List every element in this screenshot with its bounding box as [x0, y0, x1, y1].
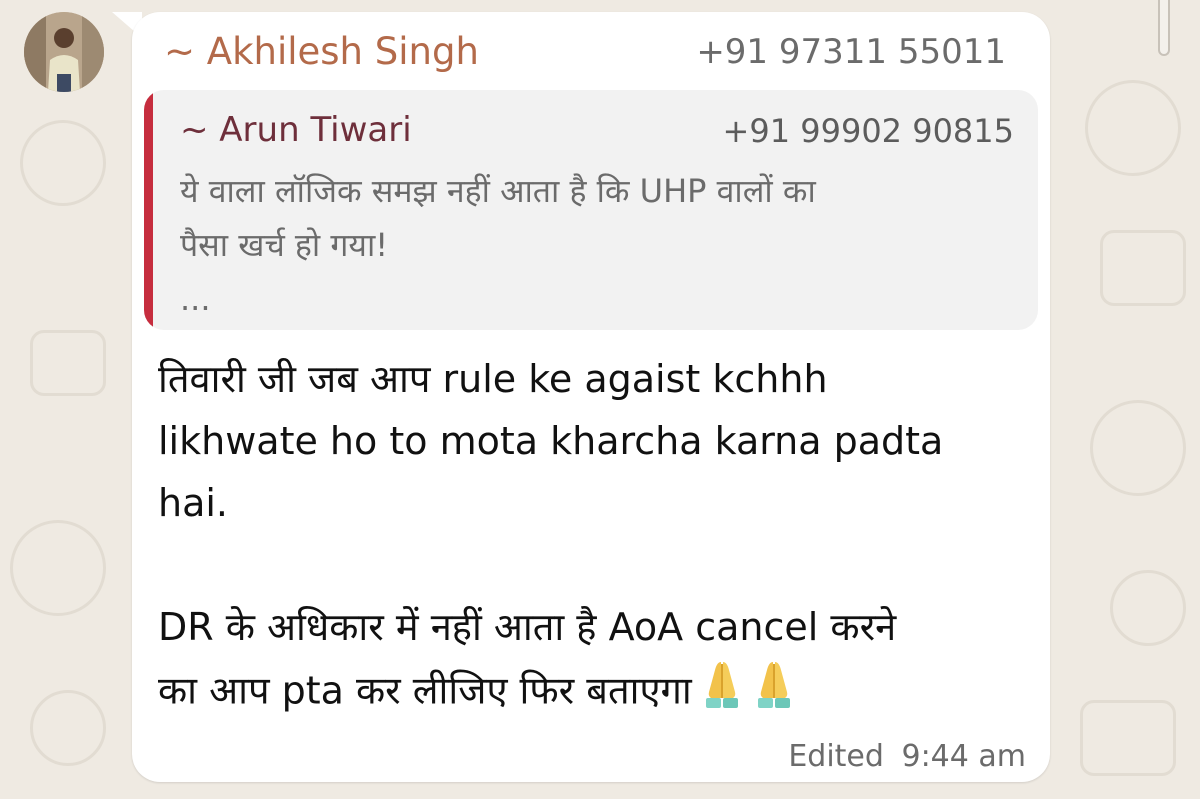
quoted-text: ये वाला लॉजिक समझ नहीं आता है कि UHP वाल…	[180, 164, 1000, 326]
quoted-sender-phone: +91 99902 90815	[722, 112, 1014, 150]
quoted-sender-name: ~ Arun Tiwari	[180, 110, 412, 150]
wallpaper-doodle	[1110, 570, 1186, 646]
avatar[interactable]	[24, 12, 104, 92]
quote-accent-bar	[144, 90, 153, 330]
message-text: तिवारी जी जब आप rule ke agaist kchhh lik…	[158, 348, 1038, 728]
message-bubble[interactable]: ~ Akhilesh Singh +91 97311 55011 ~ Arun …	[132, 12, 1050, 782]
wallpaper-doodle	[30, 690, 106, 766]
wallpaper-doodle	[1100, 230, 1186, 306]
quoted-text-line: पैसा खर्च हो गया!	[180, 226, 389, 264]
folded-hands-icon	[700, 658, 744, 728]
message-text-line: DR के अधिकार में नहीं आता है AoA cancel …	[158, 605, 897, 649]
wallpaper-doodle	[30, 330, 106, 396]
message-text-line-with-emoji: का आप pta कर लीजिए फिर बताएगा	[158, 658, 1038, 728]
message-text-line: hai.	[158, 481, 229, 525]
wallpaper-doodle	[1080, 700, 1176, 776]
message-time: 9:44 am	[901, 739, 1026, 774]
message-meta: Edited 9:44 am	[788, 739, 1026, 774]
sender-phone[interactable]: +91 97311 55011	[696, 32, 1006, 72]
wallpaper-doodle	[1085, 80, 1181, 176]
quoted-message[interactable]: ~ Arun Tiwari +91 99902 90815 ये वाला लॉ…	[144, 90, 1038, 330]
wallpaper-doodle	[1090, 400, 1186, 496]
folded-hands-icon	[752, 658, 796, 728]
scrollbar[interactable]	[1158, 0, 1170, 56]
quoted-text-line: ...	[180, 280, 211, 318]
message-text-line: तिवारी जी जब आप rule ke agaist kchhh	[158, 357, 828, 401]
sender-name[interactable]: ~ Akhilesh Singh	[164, 30, 479, 73]
message-text-line: का आप pta कर लीजिए फिर बताएगा	[158, 668, 692, 713]
edited-label: Edited	[788, 739, 884, 774]
quoted-text-line: ये वाला लॉजिक समझ नहीं आता है कि UHP वाल…	[180, 172, 816, 210]
wallpaper-doodle	[20, 120, 106, 206]
wallpaper-doodle	[10, 520, 106, 616]
message-text-line: likhwate ho to mota kharcha karna padta	[158, 419, 944, 463]
avatar-photo	[24, 12, 104, 92]
